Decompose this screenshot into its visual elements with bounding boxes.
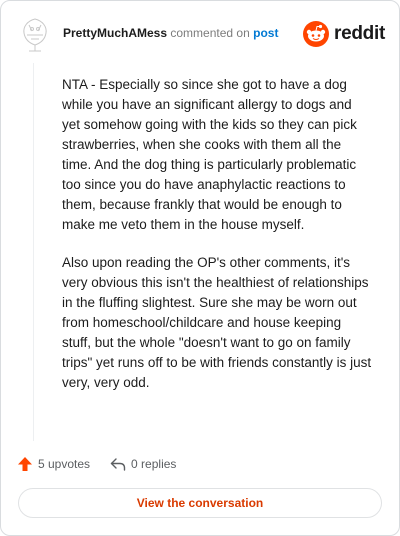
- comment-paragraph: NTA - Especially so since she got to hav…: [62, 77, 357, 232]
- brand-wordmark: reddit: [334, 23, 385, 44]
- upvotes-button[interactable]: 5 upvotes: [17, 456, 90, 472]
- replies-button[interactable]: 0 replies: [110, 457, 176, 471]
- avatar-icon: [23, 18, 47, 52]
- comment-header: PrettyMuchAMess commented on post reddit: [17, 15, 385, 53]
- reddit-logo[interactable]: reddit: [303, 21, 385, 47]
- view-conversation-button[interactable]: View the conversation: [18, 488, 382, 518]
- post-link[interactable]: post: [253, 26, 278, 40]
- comment-actions: 5 upvotes 0 replies: [17, 453, 196, 475]
- comment-body: NTA - Especially so since she got to hav…: [62, 75, 372, 411]
- upvote-arrow-icon: [18, 457, 32, 471]
- username-link[interactable]: PrettyMuchAMess: [63, 26, 167, 40]
- user-avatar[interactable]: [17, 15, 53, 53]
- comment-paragraph: Also upon reading the OP's other comment…: [62, 255, 372, 390]
- comment-card: PrettyMuchAMess commented on post reddit…: [0, 0, 400, 536]
- action-text: commented on: [170, 26, 250, 40]
- comment-meta: PrettyMuchAMess commented on post: [63, 26, 278, 40]
- upvote-count: 5 upvotes: [38, 457, 91, 471]
- reply-count: 0 replies: [131, 457, 177, 471]
- reddit-snoo-icon: [303, 21, 330, 47]
- reply-arrow-icon: [110, 458, 126, 471]
